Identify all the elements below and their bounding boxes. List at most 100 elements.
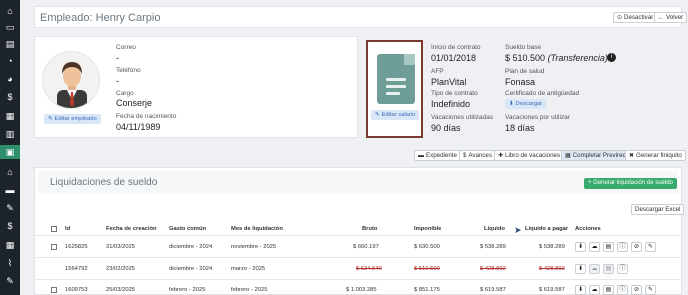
gauge-icon[interactable]: ◔: [4, 56, 16, 66]
base-salary-value: $ 510.500 (Transferencia): [505, 53, 608, 63]
cancel-icon[interactable]: ⊘: [631, 242, 642, 252]
certificate-label: Certificado de antigüedad: [505, 90, 580, 97]
edit-icon[interactable]: ✎: [645, 242, 656, 252]
back-arrow-icon: ←: [658, 15, 664, 21]
gauge-icon-2[interactable]: ◕: [4, 74, 16, 84]
col-actions: Acciones: [575, 226, 601, 232]
info-icon[interactable]: ⓘ: [617, 242, 628, 252]
vacation-pending-value: 18 días: [505, 123, 535, 133]
row-id: 1564792: [65, 266, 88, 272]
edit-employee-button[interactable]: ✎ Editar empleado: [44, 114, 101, 124]
tab-expediente[interactable]: ▬ Expediente: [414, 150, 461, 161]
row-checkbox[interactable]: [51, 287, 57, 293]
tab-vacation-book[interactable]: ✚ Libro de vacaciones: [494, 150, 565, 161]
receipt-icon[interactable]: ▥: [4, 129, 16, 139]
list-icon[interactable]: ▤: [603, 285, 614, 295]
generate-payroll-button[interactable]: + Generar liquidación de sueldo: [584, 178, 677, 189]
row-net: $ 538.289: [480, 244, 506, 250]
birth-value: 04/11/1989: [116, 122, 161, 132]
download-icon[interactable]: ⬇: [575, 285, 586, 295]
bank-icon[interactable]: ⌂: [4, 167, 16, 177]
download-icon[interactable]: ⬇: [575, 264, 586, 274]
dollar-icon: $: [463, 153, 467, 159]
row-checkbox[interactable]: [51, 244, 57, 250]
chat-icon[interactable]: ▬: [4, 185, 16, 195]
contract-start-value: 01/01/2018: [431, 53, 477, 63]
tab-avances[interactable]: $ Avances: [459, 150, 496, 161]
row-month: marzo - 2025: [231, 266, 266, 272]
row-pay: $ 538.289: [539, 244, 565, 250]
person-icon: [57, 62, 87, 108]
dollar-icon-2[interactable]: $: [4, 221, 16, 231]
birth-label: Fecha de nacimiento: [116, 113, 177, 120]
edit-salary-button[interactable]: ✎ Editar salario: [371, 110, 420, 120]
row-taxable: $ 510.500: [414, 266, 440, 272]
role-value: Conserje: [116, 98, 153, 108]
plus-icon: ✚: [498, 153, 504, 159]
sidebar: ⌂ ▭ ▤ ◔ ◕ $ ▦ ▥ ☻ ▣ ⌂ ▬ ✎ $ ▦ ⌇ ✎: [0, 0, 20, 295]
row-expense: diciembre - 2024: [169, 266, 213, 272]
row-created: 25/03/2025: [106, 287, 136, 293]
info-icon[interactable]: ⓘ: [617, 285, 628, 295]
row-pay: $ 619.587: [539, 287, 565, 293]
col-id[interactable]: Id: [65, 226, 70, 232]
row-net: $ 619.587: [480, 287, 506, 293]
row-created: 31/03/2025: [106, 244, 136, 250]
main-content: Empleado: Henry Carpio ⊙ Desactivar ← Volv…: [20, 0, 688, 295]
dollar-icon[interactable]: $: [4, 92, 16, 102]
wrench-icon[interactable]: ✎: [4, 203, 16, 213]
col-expense[interactable]: Gasto común: [169, 226, 206, 232]
email-value: -: [116, 53, 119, 63]
page-title: Empleado: Henry Carpio: [40, 12, 161, 24]
download-certificate-button[interactable]: ⬇ Descargar: [505, 99, 547, 109]
info-icon[interactable]: ⓘ: [617, 264, 628, 274]
afp-value: PlanVital: [431, 77, 467, 87]
vacation-pending-label: Vacaciones por utilizar: [505, 114, 570, 121]
briefcase-icon[interactable]: ▣: [0, 145, 20, 159]
calculator-icon-2[interactable]: ▦: [4, 240, 16, 250]
list-icon: ▤: [603, 264, 614, 274]
calculator-icon[interactable]: ▦: [4, 111, 16, 121]
wrench-icon-2[interactable]: ✎: [4, 276, 16, 286]
id-icon[interactable]: ▤: [4, 39, 16, 49]
col-taxable[interactable]: Imponible: [414, 226, 441, 232]
export-excel-button[interactable]: Descargar Excel: [631, 204, 685, 215]
col-month[interactable]: Mes de liquidación: [231, 226, 283, 232]
cancel-icon[interactable]: ⊘: [631, 285, 642, 295]
contract-type-label: Tipo de contrato: [431, 90, 478, 97]
calendar-icon: ▦: [565, 153, 571, 159]
folder-icon: ▬: [418, 153, 424, 159]
edit-icon[interactable]: ✎: [645, 285, 656, 295]
base-salary-label: Sueldo base: [505, 44, 542, 51]
back-button[interactable]: ← Volver: [654, 12, 688, 23]
select-all-checkbox[interactable]: [51, 226, 57, 232]
row-net: $ 428.892: [480, 266, 506, 272]
download-icon[interactable]: ⬇: [575, 242, 586, 252]
card-icon[interactable]: ▭: [4, 22, 16, 32]
vacation-used-label: Vacaciones utilizadas: [431, 114, 494, 121]
list-icon[interactable]: ▤: [603, 242, 614, 252]
col-pay[interactable]: Líquido a pagar: [525, 226, 568, 232]
home-icon[interactable]: ⌂: [4, 6, 16, 16]
email-label: Correo: [116, 44, 136, 51]
cloud-download-icon: ☁: [589, 264, 600, 274]
phone-label: Teléfono: [116, 67, 141, 74]
cloud-download-icon[interactable]: ☁: [589, 285, 600, 295]
deactivate-button[interactable]: ⊙ Desactivar: [613, 12, 658, 23]
tab-finiquito[interactable]: ✖ Generar finiquito: [625, 150, 686, 161]
row-taxable: $ 851.175: [414, 287, 440, 293]
tab-previred[interactable]: ▦ Completar Previred: [561, 150, 630, 161]
toggle-icon: ⊙: [617, 15, 623, 21]
col-net[interactable]: Líquido: [484, 226, 505, 232]
health-plan-label: Plan de salud: [505, 68, 545, 75]
row-id: 1625825: [65, 244, 88, 250]
col-created[interactable]: Fecha de creación: [106, 226, 157, 232]
info-icon[interactable]: i: [607, 53, 616, 62]
avatar: [42, 51, 100, 109]
row-pay: $ 428.892: [539, 266, 565, 272]
col-gross[interactable]: Bruto: [362, 226, 377, 232]
cloud-download-icon[interactable]: ☁: [589, 242, 600, 252]
afp-label: AFP: [431, 68, 444, 75]
vacation-used-value: 90 días: [431, 123, 461, 133]
chart-icon[interactable]: ⌇: [4, 258, 16, 268]
